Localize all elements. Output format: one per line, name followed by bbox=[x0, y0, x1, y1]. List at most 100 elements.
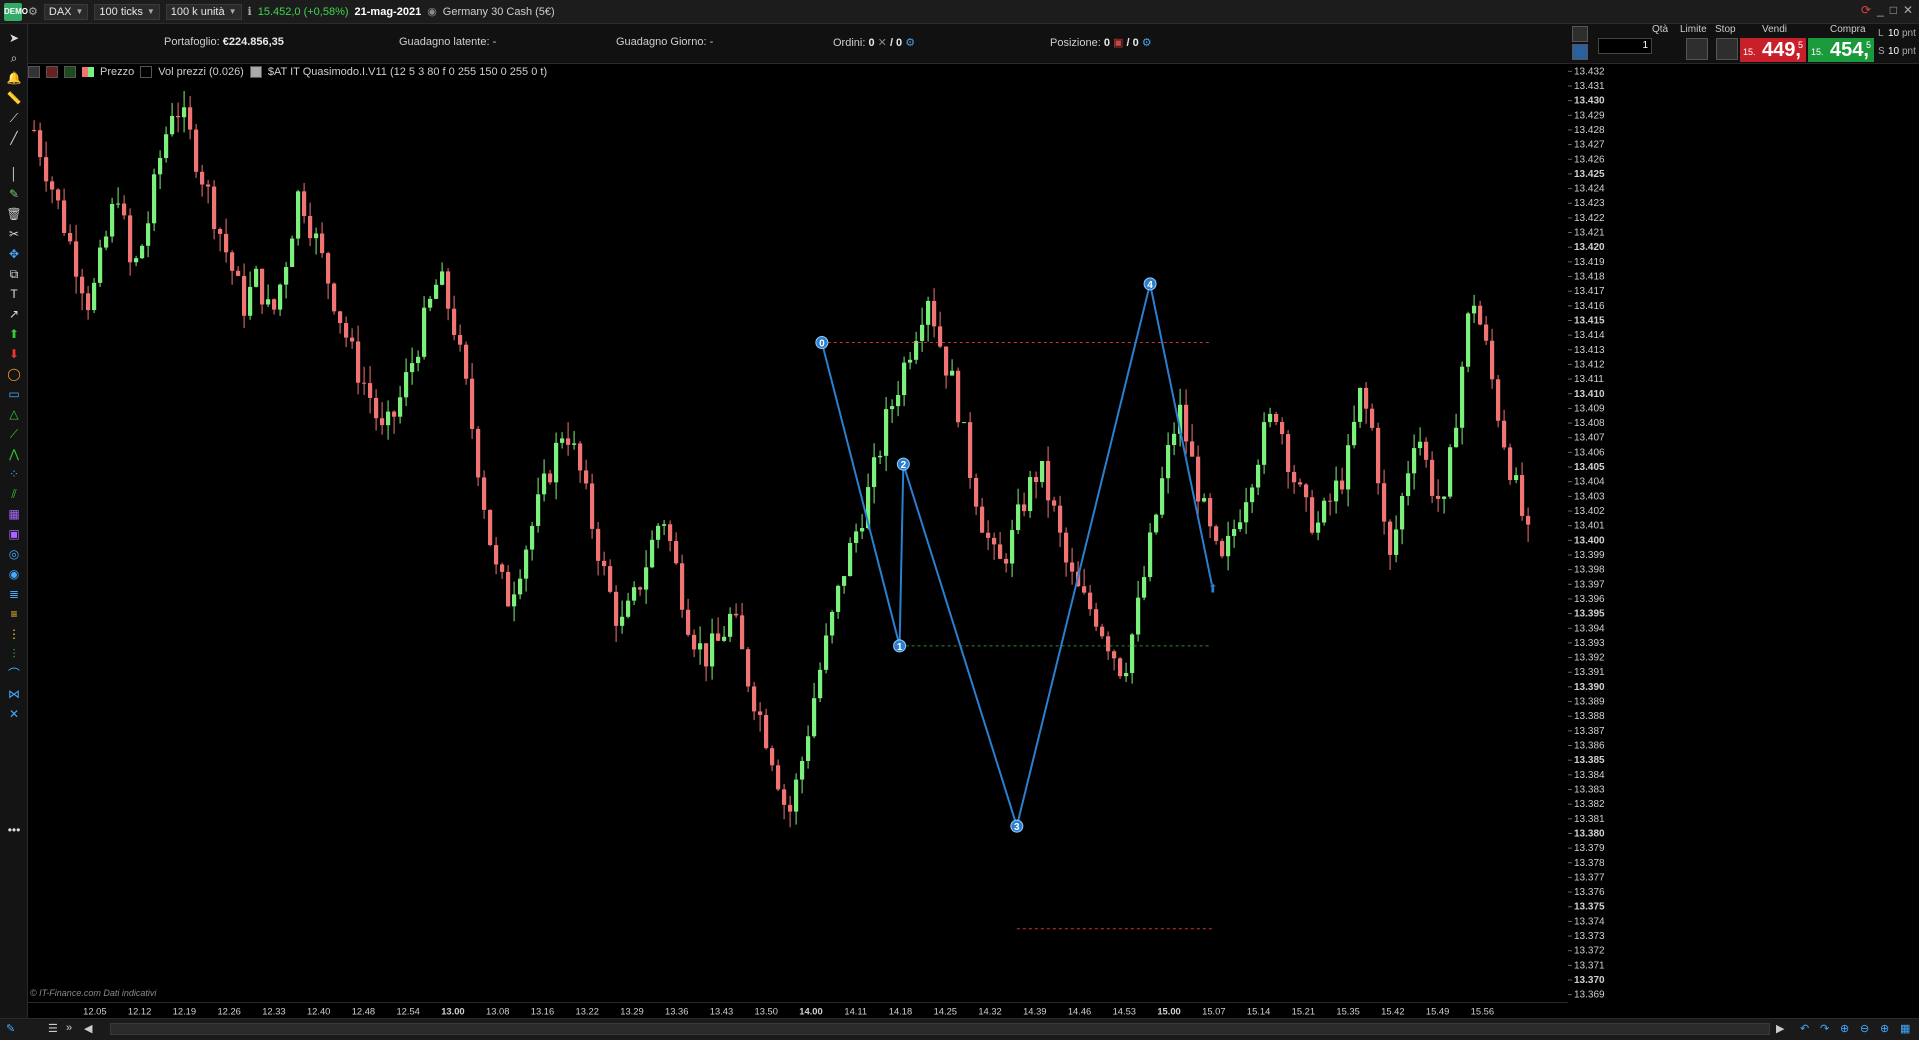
scroll-right-icon[interactable]: ▶ bbox=[1776, 1022, 1784, 1035]
fib-retracement-icon[interactable]: ≡ bbox=[6, 606, 22, 622]
redo-icon[interactable]: ↷ bbox=[1820, 1022, 1829, 1035]
instrument-selector[interactable]: DAX ▼ bbox=[43, 3, 89, 20]
position-settings-icon[interactable]: ⚙ bbox=[1142, 37, 1152, 49]
channel-icon[interactable]: ⟋ bbox=[6, 426, 22, 442]
chevron-down-icon: ▼ bbox=[75, 6, 84, 16]
price-chart[interactable]: ⬆ 0 1 2 3 4 bbox=[28, 64, 1568, 1002]
minimize-icon[interactable]: _ bbox=[1877, 3, 1884, 17]
cursor-icon[interactable]: ➤ bbox=[6, 30, 22, 46]
arrow-line-icon[interactable]: ↗ bbox=[6, 306, 22, 322]
ellipse-icon[interactable]: ◯ bbox=[6, 366, 22, 382]
price-axis[interactable]: 13.432 13.431 13.430 13.429 13.428 13.427 13.4… bbox=[1568, 64, 1919, 1002]
stop-order-button[interactable] bbox=[1716, 38, 1738, 60]
long-value[interactable]: 10 bbox=[1888, 28, 1899, 39]
legend-volume[interactable]: Vol prezzi (0.026) bbox=[158, 66, 244, 78]
quasimodo-pattern-line[interactable] bbox=[820, 283, 1213, 830]
qty-input[interactable]: 1 bbox=[1598, 38, 1652, 54]
candle-body bbox=[728, 613, 733, 637]
info-icon[interactable]: ℹ bbox=[248, 5, 252, 18]
zigzag-icon[interactable]: ⋀ bbox=[6, 446, 22, 462]
draw-mode-icon[interactable]: ✎ bbox=[6, 1022, 15, 1035]
menu-icon[interactable]: ☰ bbox=[48, 1022, 58, 1035]
close-icon[interactable]: ✕ bbox=[1903, 3, 1913, 17]
sell-price-prefix: 15. bbox=[1743, 47, 1756, 57]
price-tick-label: 13.392 bbox=[1574, 653, 1605, 664]
gann-box-icon[interactable]: ▣ bbox=[6, 526, 22, 542]
down-arrow-icon[interactable]: ⬇ bbox=[6, 346, 22, 362]
chart-scrollbar[interactable] bbox=[110, 1023, 1770, 1035]
maximize-icon[interactable]: □ bbox=[1890, 3, 1897, 17]
candle-body bbox=[1334, 480, 1339, 502]
fib-time-icon[interactable]: ⋮ bbox=[6, 626, 22, 642]
sell-button[interactable]: 15. 449, 5 bbox=[1740, 38, 1806, 62]
zoom-icon[interactable]: ⌕ bbox=[6, 50, 22, 66]
sync-icon[interactable]: ⟳ bbox=[1861, 3, 1871, 17]
short-value[interactable]: 10 bbox=[1888, 46, 1899, 57]
orders-settings-icon[interactable]: ⚙ bbox=[905, 37, 915, 49]
volume-checkbox[interactable] bbox=[140, 66, 153, 78]
limit-order-button[interactable] bbox=[1686, 38, 1708, 60]
position-info[interactable]: Posizione: 0 ▣ / 0 ⚙ bbox=[1050, 36, 1152, 49]
chart-close-icon[interactable] bbox=[46, 66, 58, 78]
trash-icon[interactable]: 🗑 bbox=[6, 206, 22, 222]
scroll-left-icon[interactable]: ◀ bbox=[84, 1022, 92, 1035]
sell-price: 449, bbox=[1762, 39, 1801, 61]
candle-body bbox=[926, 300, 931, 325]
zoom-fit-icon[interactable]: ⊕ bbox=[1840, 1022, 1849, 1035]
fib-extension-icon[interactable]: ≣ bbox=[6, 586, 22, 602]
orders-info[interactable]: Ordini: 0 ✕ / 0 ⚙ bbox=[833, 36, 915, 49]
fib-circle-icon[interactable]: ◉ bbox=[6, 566, 22, 582]
andrews-pitchfork-icon[interactable]: ⫶ bbox=[6, 646, 22, 662]
triangle-icon[interactable]: △ bbox=[6, 406, 22, 422]
text-icon[interactable]: T bbox=[6, 286, 22, 302]
candle-body bbox=[722, 636, 727, 641]
line-icon[interactable]: ╱ bbox=[6, 130, 22, 146]
more-tools-icon[interactable]: ••• bbox=[6, 822, 22, 838]
move-icon[interactable]: ✥ bbox=[6, 246, 22, 262]
cross-pattern-icon[interactable]: ✕ bbox=[6, 706, 22, 722]
zoom-out-icon[interactable]: ⊖ bbox=[1860, 1022, 1869, 1035]
calculator-icon[interactable] bbox=[1572, 26, 1588, 42]
gann-icon[interactable]: ▦ bbox=[6, 506, 22, 522]
segment-icon[interactable]: ⟋ bbox=[6, 110, 22, 126]
close-position-icon[interactable]: ▣ bbox=[1113, 37, 1123, 49]
up-arrow-icon[interactable]: ⬆ bbox=[6, 326, 22, 342]
ruler-icon[interactable]: 📏 bbox=[6, 90, 22, 106]
pattern-point-label: 4 bbox=[1147, 280, 1153, 291]
candle-body bbox=[1502, 420, 1507, 448]
fib-fan-icon[interactable]: ⫽ bbox=[6, 486, 22, 502]
close-orders-icon[interactable]: ✕ bbox=[878, 37, 887, 49]
fib-arcs-icon[interactable]: ⌒ bbox=[6, 666, 22, 682]
legend-price[interactable]: Prezzo bbox=[100, 66, 134, 78]
chart-add-icon[interactable] bbox=[64, 66, 76, 78]
zoom-in-icon[interactable]: ⊕ bbox=[1880, 1022, 1889, 1035]
pencil-icon[interactable]: ✎ bbox=[6, 186, 22, 202]
candle-body bbox=[614, 591, 619, 626]
price-tick-label: 13.383 bbox=[1574, 784, 1605, 795]
legend-indicator[interactable]: $AT IT Quasimodo.I.V11 (12 5 3 80 f 0 25… bbox=[268, 66, 547, 78]
undo-icon[interactable]: ↶ bbox=[1800, 1022, 1809, 1035]
settings-icon[interactable]: ⚙ bbox=[28, 5, 38, 18]
grid-icon[interactable]: ▦ bbox=[1900, 1022, 1910, 1035]
rectangle-icon[interactable]: ▭ bbox=[6, 386, 22, 402]
candle-body bbox=[920, 324, 925, 341]
indicator-checkbox[interactable] bbox=[249, 66, 262, 78]
vertical-line-icon[interactable]: │ bbox=[6, 166, 22, 182]
alert-bell-icon[interactable]: 🔔 bbox=[6, 70, 22, 86]
chart-copy-icon[interactable] bbox=[28, 66, 40, 78]
pattern-icon[interactable]: ⁘ bbox=[6, 466, 22, 482]
market-status-icon: ◉ bbox=[427, 6, 437, 18]
price-tick-label: 13.427 bbox=[1574, 140, 1605, 151]
expand-icon[interactable]: » bbox=[66, 1022, 72, 1034]
timeframe-selector[interactable]: 100 ticks ▼ bbox=[94, 3, 160, 20]
units-selector[interactable]: 100 k unità ▼ bbox=[165, 3, 242, 20]
harmonic-pattern-icon[interactable]: ⋈ bbox=[6, 686, 22, 702]
copy-icon[interactable]: ⧉ bbox=[6, 266, 22, 282]
spiral-icon[interactable]: ◎ bbox=[6, 546, 22, 562]
keyboard-icon[interactable] bbox=[1572, 44, 1588, 60]
buy-button[interactable]: 15. 454, 5 bbox=[1808, 38, 1874, 62]
tools-icon[interactable]: ✂ bbox=[6, 226, 22, 242]
candle-body bbox=[176, 115, 181, 118]
time-axis[interactable]: 12.05 12.12 12.19 12.26 12.33 12.40 12.48 12.54… bbox=[28, 1002, 1568, 1018]
price-tick-label: 13.406 bbox=[1574, 447, 1605, 458]
